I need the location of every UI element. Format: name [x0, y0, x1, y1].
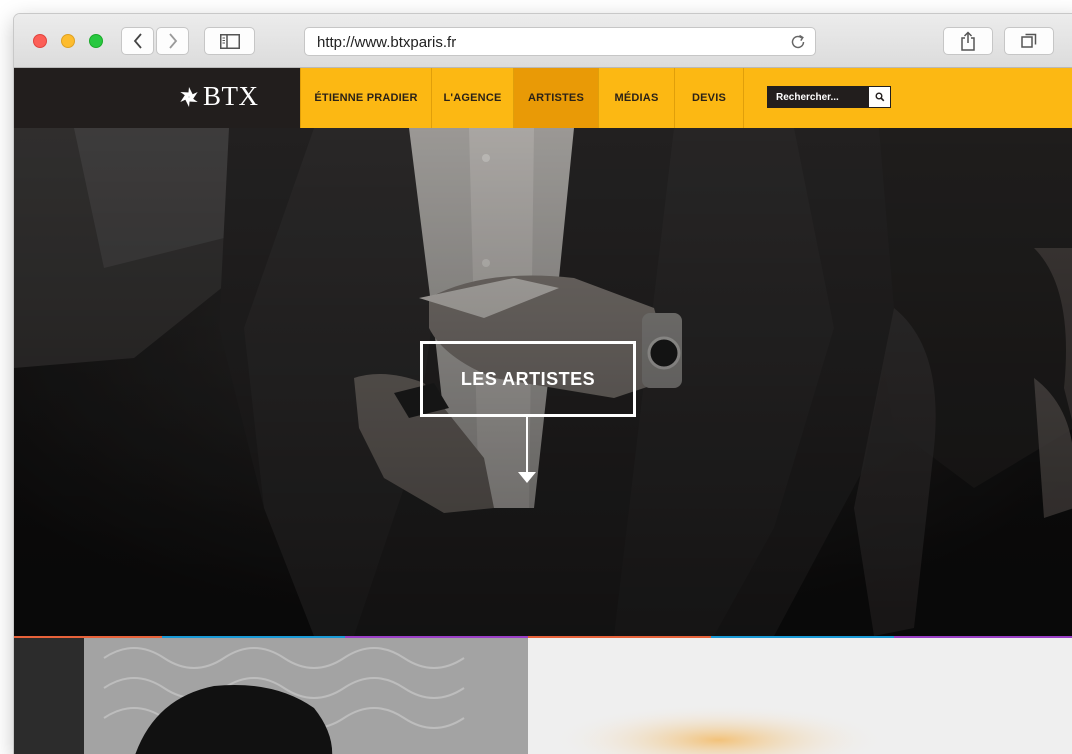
artist-portrait[interactable]: [14, 638, 528, 754]
nav-item-medias[interactable]: MÉDIAS: [599, 68, 675, 128]
logo-text: BTX: [203, 81, 259, 111]
tabs-icon: [1021, 33, 1037, 48]
close-window-button[interactable]: [33, 34, 47, 48]
minimize-window-button[interactable]: [61, 34, 75, 48]
arrow-down-icon[interactable]: [518, 472, 536, 483]
hero-title: LES ARTISTES: [460, 368, 596, 389]
browser-toolbar: http://www.btxparis.fr: [14, 14, 1072, 68]
nav-item-label: ÉTIENNE PRADIER: [314, 92, 418, 104]
nav-item-agence[interactable]: L'AGENCE: [432, 68, 514, 128]
browser-window: http://www.btxparis.fr BTX ÉTIENNE PRADI…: [14, 14, 1072, 754]
search-icon: [875, 92, 884, 102]
nav-item-artistes[interactable]: ARTISTES: [514, 68, 599, 128]
search-button[interactable]: [868, 86, 891, 108]
site-search: [767, 86, 891, 108]
back-button[interactable]: [121, 27, 154, 55]
site-navigation: BTX ÉTIENNE PRADIER L'AGENCE ARTISTES MÉ…: [14, 68, 1072, 128]
share-button[interactable]: [943, 27, 993, 55]
aperture-logo-icon: [180, 86, 198, 107]
hero-title-box[interactable]: LES ARTISTES: [420, 341, 636, 417]
artist-image-light[interactable]: [528, 638, 1072, 754]
nav-item-label: MÉDIAS: [614, 92, 659, 104]
url-text[interactable]: http://www.btxparis.fr: [317, 34, 456, 51]
address-bar[interactable]: http://www.btxparis.fr: [304, 27, 816, 56]
nav-item-label: ARTISTES: [528, 92, 584, 104]
nav-item-devis[interactable]: DEVIS: [675, 68, 744, 128]
nav-item-label: L'AGENCE: [443, 92, 502, 104]
scroll-indicator-line: [526, 417, 528, 472]
sidebar-toggle-button[interactable]: [204, 27, 255, 55]
share-icon: [961, 31, 975, 51]
chevron-left-icon: [133, 33, 142, 49]
main-menu: ÉTIENNE PRADIER L'AGENCE ARTISTES MÉDIAS…: [300, 68, 744, 128]
zoom-window-button[interactable]: [89, 34, 103, 48]
forward-button[interactable]: [156, 27, 189, 55]
logo-area: BTX: [14, 68, 300, 128]
artist-portrait-photo: [14, 638, 528, 754]
light-background-photo: [528, 638, 1072, 754]
nav-item-label: DEVIS: [691, 92, 726, 104]
search-input[interactable]: [767, 86, 868, 108]
show-tabs-button[interactable]: [1004, 27, 1054, 55]
btx-logo[interactable]: BTX: [178, 83, 259, 110]
hero-banner: LES ARTISTES: [14, 128, 1072, 636]
sidebar-icon: [219, 33, 240, 49]
reload-icon[interactable]: [789, 33, 807, 51]
nav-item-etienne-pradier[interactable]: ÉTIENNE PRADIER: [300, 68, 432, 128]
chevron-right-icon: [168, 33, 177, 49]
